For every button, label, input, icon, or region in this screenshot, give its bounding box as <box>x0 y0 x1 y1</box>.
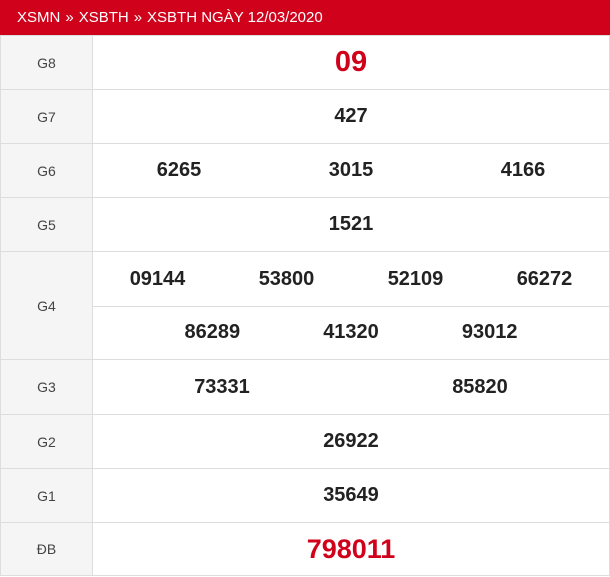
prize-label: G7 <box>0 89 93 144</box>
prize-row-g7: G7 427 <box>0 89 610 144</box>
prize-number: 26922 <box>323 430 379 452</box>
prize-number: 4166 <box>500 159 546 181</box>
prize-number: 6265 <box>156 159 202 181</box>
prize-number: 427 <box>334 105 368 127</box>
prize-subrow: 86289 41320 93012 <box>93 305 609 359</box>
breadcrumb: XSMN » XSBTH » XSBTH NGÀY 12/03/2020 <box>0 0 610 35</box>
prize-row-special: ĐB 798011 <box>0 522 610 576</box>
prize-number: 53800 <box>258 267 315 290</box>
prize-number: 66272 <box>516 267 573 290</box>
prize-number: 1521 <box>328 213 374 235</box>
prize-row-g4: G4 09144 53800 52109 66272 86289 41320 9… <box>0 251 610 360</box>
results-table: G8 09 G7 427 G6 6265 3015 4166 G5 1521 G… <box>0 35 610 576</box>
prize-number: 52109 <box>387 267 444 290</box>
prize-subrow: 09144 53800 52109 66272 <box>93 253 609 306</box>
prize-label: G4 <box>0 251 93 360</box>
prize-label: G5 <box>0 197 93 252</box>
prize-row-g2: G2 26922 <box>0 414 610 469</box>
prize-row-g1: G1 35649 <box>0 468 610 523</box>
breadcrumb-link-xsbth[interactable]: XSBTH <box>79 9 129 26</box>
prize-row-g3: G3 73331 85820 <box>0 359 610 415</box>
breadcrumb-link-current-date[interactable]: XSBTH NGÀY 12/03/2020 <box>147 9 323 26</box>
breadcrumb-separator: » <box>133 9 143 26</box>
prize-number: 73331 <box>194 375 250 398</box>
prize-label: G3 <box>0 359 93 415</box>
prize-label: G6 <box>0 143 93 198</box>
breadcrumb-link-xsmn[interactable]: XSMN <box>17 9 60 26</box>
prize-label: G8 <box>0 35 93 90</box>
prize-label: G2 <box>0 414 93 469</box>
special-prize-number: 798011 <box>306 533 396 564</box>
results-page: XSMN » XSBTH » XSBTH NGÀY 12/03/2020 G8 … <box>0 0 610 577</box>
prize-number: 3015 <box>328 159 374 181</box>
prize-number: 09 <box>334 46 368 78</box>
prize-number: 85820 <box>452 375 508 398</box>
prize-row-g6: G6 6265 3015 4166 <box>0 143 610 198</box>
breadcrumb-separator: » <box>65 9 74 26</box>
prize-number: 93012 <box>461 321 518 343</box>
prize-number: 09144 <box>129 267 186 290</box>
prize-label: G1 <box>0 468 93 523</box>
prize-number: 41320 <box>323 321 379 343</box>
prize-row-g8: G8 09 <box>0 35 610 90</box>
prize-number: 86289 <box>184 321 241 343</box>
prize-row-g5: G5 1521 <box>0 197 610 252</box>
prize-number: 35649 <box>323 484 379 506</box>
prize-label: ĐB <box>0 522 93 576</box>
